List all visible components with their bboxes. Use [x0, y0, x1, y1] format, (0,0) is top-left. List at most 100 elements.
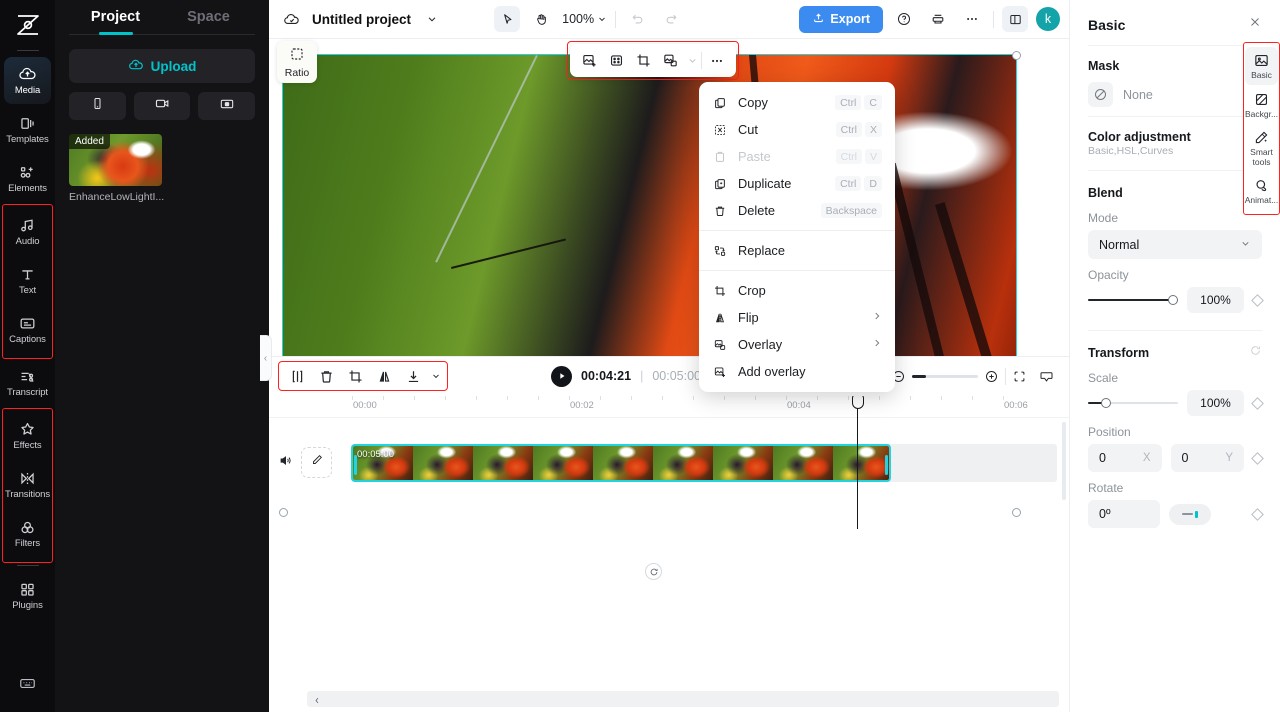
context-menu-item-delete[interactable]: Delete Backspace: [699, 197, 895, 224]
timeline-vertical-scrollbar[interactable]: [1062, 421, 1066, 500]
source-camera-button[interactable]: [133, 92, 191, 120]
more-horizontal-icon[interactable]: [959, 6, 985, 32]
scale-slider-knob[interactable]: [1100, 397, 1111, 408]
redo-icon[interactable]: [658, 6, 684, 32]
cursor-select-icon[interactable]: [494, 6, 521, 32]
chevron-down-icon[interactable]: [429, 363, 442, 390]
chevron-down-icon[interactable]: [419, 6, 445, 32]
mask-icon[interactable]: [604, 48, 629, 73]
position-y-field[interactable]: 0 Y: [1170, 444, 1244, 472]
panel-layout-icon[interactable]: [1002, 6, 1029, 32]
print-icon[interactable]: [925, 6, 951, 32]
media-item[interactable]: Added EnhanceLowLightI...: [69, 134, 164, 203]
sidebar-item-text[interactable]: Text: [4, 257, 51, 304]
rotate-dial[interactable]: [1169, 503, 1211, 525]
timeline-zoom-slider[interactable]: [912, 374, 978, 378]
timeline-ruler[interactable]: 00:00 00:02 00:04 00:06: [269, 395, 1069, 418]
source-phone-button[interactable]: [69, 92, 126, 120]
ratio-button[interactable]: Ratio: [277, 41, 317, 83]
tool-rail-item-animation[interactable]: Animat...: [1245, 172, 1278, 210]
sidebar-item-elements[interactable]: Elements: [4, 155, 51, 202]
keyframe-diamond-icon[interactable]: [1251, 293, 1264, 307]
sidebar-item-plugins[interactable]: Plugins: [4, 572, 51, 619]
context-menu-item-add-overlay[interactable]: Add overlay: [699, 358, 895, 385]
opacity-value[interactable]: 100%: [1187, 287, 1244, 313]
help-circle-icon[interactable]: [891, 6, 917, 32]
download-icon[interactable]: [400, 363, 427, 390]
timeline-horizontal-scrollbar[interactable]: [307, 691, 1059, 707]
play-button[interactable]: [551, 365, 573, 387]
resize-handle-br[interactable]: [1012, 508, 1021, 517]
crop-icon[interactable]: [631, 48, 656, 73]
panel-collapse-handle[interactable]: [260, 335, 272, 381]
opacity-slider[interactable]: [1088, 294, 1178, 305]
sidebar-item-transitions[interactable]: Transitions: [4, 461, 51, 508]
chevron-down-icon[interactable]: [685, 48, 699, 73]
reset-icon[interactable]: [1249, 344, 1262, 362]
sidebar-item-templates[interactable]: Templates: [4, 106, 51, 153]
sidebar-item-effects[interactable]: Effects: [4, 412, 51, 459]
sidebar-item-transcript[interactable]: Transcript: [4, 359, 51, 406]
delete-trash-icon[interactable]: [313, 363, 340, 390]
preview-monitor-icon[interactable]: [1033, 363, 1060, 390]
opacity-slider-knob[interactable]: [1168, 294, 1178, 305]
clip-trim-handle-left[interactable]: [354, 454, 357, 475]
speaker-icon[interactable]: [278, 453, 293, 473]
context-menu-item-crop[interactable]: Crop: [699, 277, 895, 304]
mirror-flip-icon[interactable]: [371, 363, 398, 390]
rotate-handle[interactable]: [645, 563, 662, 580]
context-menu-item-flip[interactable]: Flip: [699, 304, 895, 331]
context-menu-item-copy[interactable]: Copy Ctrl C: [699, 89, 895, 116]
mask-selector[interactable]: None: [1088, 73, 1262, 116]
track-edit-button[interactable]: [301, 447, 332, 478]
context-menu-item-replace[interactable]: Replace: [699, 237, 895, 264]
keyframe-diamond-icon[interactable]: [1251, 451, 1264, 465]
cloud-icon[interactable]: [278, 6, 304, 32]
close-icon[interactable]: [1248, 15, 1262, 34]
resize-handle-bl[interactable]: [279, 508, 288, 517]
playhead[interactable]: [851, 395, 864, 529]
scale-slider[interactable]: [1088, 397, 1178, 408]
hand-pan-icon[interactable]: [528, 6, 554, 32]
sidebar-item-filters[interactable]: Filters: [4, 510, 51, 557]
clip-trim-handle-right[interactable]: [885, 454, 888, 475]
tool-rail-item-basic[interactable]: Basic: [1245, 47, 1278, 85]
undo-icon[interactable]: [624, 6, 650, 32]
crop-icon[interactable]: [342, 363, 369, 390]
upload-button[interactable]: Upload: [69, 49, 255, 83]
context-menu-item-duplicate[interactable]: Duplicate Ctrl D: [699, 170, 895, 197]
fit-screen-icon[interactable]: [1006, 363, 1033, 390]
source-screen-record-button[interactable]: [198, 92, 256, 120]
context-menu-item-overlay[interactable]: Overlay: [699, 331, 895, 358]
tab-space[interactable]: Space: [162, 9, 255, 34]
zoom-in-circle-icon[interactable]: [978, 363, 1005, 390]
scale-value[interactable]: 100%: [1187, 390, 1244, 416]
playhead-knob[interactable]: [851, 395, 864, 409]
rotate-field[interactable]: 0º: [1088, 500, 1160, 528]
keyframe-diamond-icon[interactable]: [1251, 396, 1264, 410]
context-menu-item-cut[interactable]: Cut Ctrl X: [699, 116, 895, 143]
track-lane[interactable]: 00:05:00: [351, 443, 1057, 482]
tool-rail-item-background[interactable]: Backgr...: [1245, 86, 1278, 124]
sidebar-item-captions[interactable]: Captions: [4, 306, 51, 353]
keyframe-diamond-icon[interactable]: [1251, 507, 1264, 521]
split-icon[interactable]: [284, 363, 311, 390]
capcut-logo-icon[interactable]: [11, 10, 45, 40]
tool-rail-item-smart-tools[interactable]: Smart tools: [1245, 124, 1278, 171]
tab-project[interactable]: Project: [69, 9, 162, 34]
export-button[interactable]: Export: [799, 5, 884, 33]
more-horizontal-icon[interactable]: [704, 48, 729, 73]
add-overlay-icon[interactable]: [577, 48, 602, 73]
blend-mode-select[interactable]: Normal: [1088, 230, 1262, 259]
position-x-field[interactable]: 0 X: [1088, 444, 1162, 472]
color-adjustment-row[interactable]: Color adjustment Basic,HSL,Curves: [1088, 117, 1262, 170]
overlay-icon[interactable]: [658, 48, 683, 73]
chevron-left-icon[interactable]: [313, 693, 321, 711]
sidebar-item-media[interactable]: Media: [4, 57, 51, 104]
avatar[interactable]: k: [1036, 7, 1061, 31]
project-title[interactable]: Untitled project: [312, 12, 411, 27]
zoom-level-control[interactable]: 100%: [562, 12, 607, 26]
keyboard-shortcuts-icon[interactable]: [18, 674, 37, 698]
sidebar-item-audio[interactable]: Audio: [4, 208, 51, 255]
video-clip[interactable]: 00:05:00: [351, 443, 891, 482]
